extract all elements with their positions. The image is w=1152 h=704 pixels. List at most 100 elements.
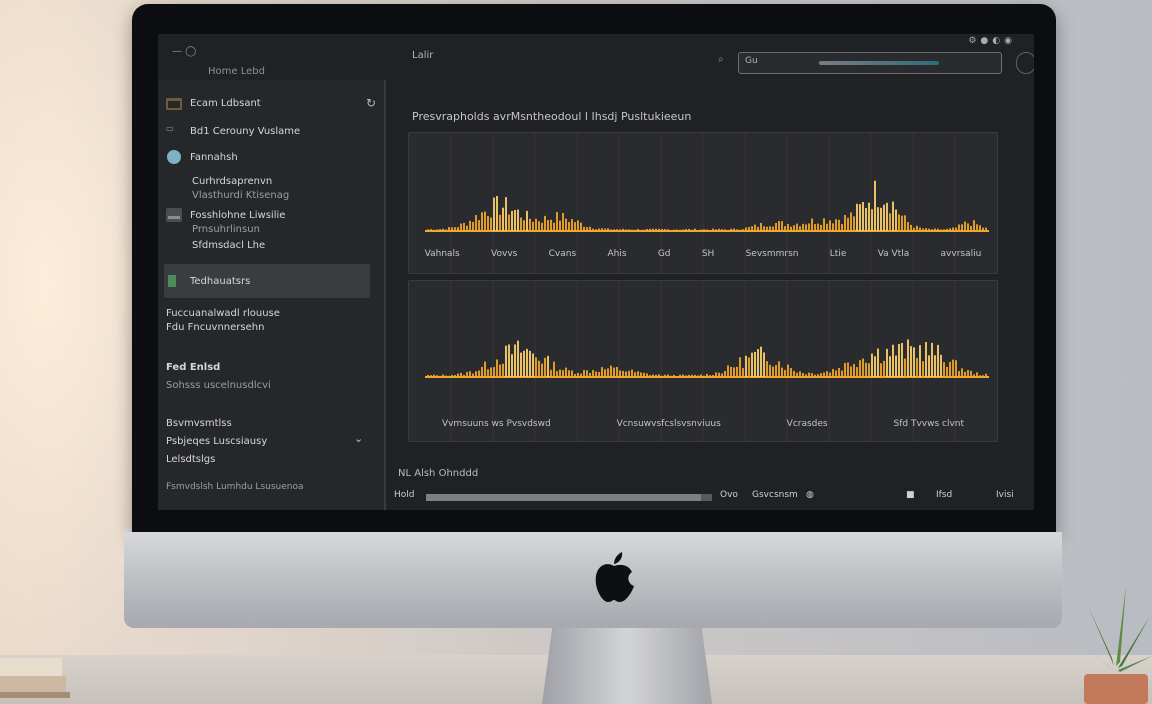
sidebar-item-9[interactable]: Fuccuanalwadl rlouuse	[166, 308, 280, 319]
sidebar-item-6[interactable]: Prnsuhrlinsun	[192, 224, 260, 235]
waveform-bar	[718, 372, 720, 377]
chevron-down-icon[interactable]: ⌄	[354, 432, 363, 445]
waveform-bar	[634, 229, 636, 231]
waveform-bottom	[425, 281, 989, 441]
waveform-bar	[892, 344, 894, 377]
sidebar-item-14[interactable]: Psbjeqes Luscsiausy	[166, 436, 267, 447]
waveform-bar	[598, 228, 600, 231]
round-button[interactable]	[1016, 52, 1034, 74]
waveform-bar	[862, 202, 864, 231]
book-stack	[0, 658, 70, 698]
waveform-bar	[796, 223, 798, 231]
waveform-bar	[556, 371, 558, 377]
waveform-bar	[430, 229, 432, 231]
window-controls[interactable]: — ◯	[172, 46, 196, 57]
waveform-bar	[496, 359, 498, 377]
waveform-bar	[649, 228, 651, 231]
waveform-bar	[787, 364, 789, 377]
sidebar-item-15[interactable]: Lelsdtslgs	[166, 454, 215, 465]
waveform-bar	[823, 218, 825, 231]
waveform-bar	[556, 212, 558, 231]
waveform-bar	[865, 207, 867, 231]
waveform-bar	[589, 226, 591, 231]
drive-icon	[166, 208, 182, 222]
sidebar-item-1[interactable]: ▭ Bd1 Cerouny Vuslame	[166, 124, 300, 138]
waveform-bar	[496, 195, 498, 231]
user-icon[interactable]: ◐	[992, 36, 1004, 46]
ctrl-button[interactable]: Gsvcsnsm	[752, 490, 798, 500]
sidebar: ↻ Ecam Ldbsant ▭ Bd1 Cerouny Vuslame Fann…	[158, 80, 386, 510]
waveform-bar	[688, 374, 690, 377]
record-icon[interactable]: ◍	[806, 490, 814, 500]
waveform-bar	[640, 229, 642, 231]
waveform-bar	[466, 371, 468, 377]
waveform-bar	[856, 367, 858, 377]
waveform-bar	[697, 375, 699, 377]
waveform-bar	[628, 370, 630, 377]
waveform-bar	[700, 374, 702, 377]
sidebar-item-5[interactable]: Fosshlohne Liwsilie	[166, 208, 285, 222]
waveform-bar	[514, 344, 516, 377]
playback-progress[interactable]	[426, 494, 712, 501]
waveform-bar	[634, 372, 636, 377]
waveform-bar	[889, 356, 891, 377]
ctrl-button[interactable]: Ovo	[720, 490, 738, 500]
waveform-bar	[472, 373, 474, 377]
waveform-bar	[694, 374, 696, 377]
waveform-bar	[826, 223, 828, 231]
sidebar-item-10[interactable]: Fdu Fncuvnnersehn	[166, 322, 264, 333]
sidebar-item-3[interactable]: Curhrdsaprenvn	[192, 176, 272, 187]
sidebar-item-2[interactable]: Fannahsh	[166, 150, 238, 164]
waveform-bar	[628, 229, 630, 231]
waveform-bar	[520, 352, 522, 377]
waveform-bar	[604, 369, 606, 377]
waveform-bar	[565, 218, 567, 231]
stop-icon[interactable]: ■	[906, 490, 915, 500]
waveform-bar	[952, 227, 954, 231]
waveform-bar	[772, 226, 774, 231]
waveform-bar	[517, 209, 519, 231]
waveform-bar	[946, 366, 948, 377]
settings-icon[interactable]: ⚙	[968, 36, 980, 46]
sidebar-item-12[interactable]: Sohsss uscelnusdlcvi	[166, 380, 271, 391]
sidebar-item-4[interactable]: Vlasthurdi Ktisenag	[192, 190, 289, 201]
sidebar-footer[interactable]: Fsmvdslsh Lumhdu Lsusuenoa	[166, 482, 304, 492]
waveform-bar	[919, 345, 921, 377]
sidebar-item-13[interactable]: Bsvmvsmtlss	[166, 418, 232, 429]
menu-home[interactable]: Home Lebd	[208, 66, 265, 77]
sidebar-item-8[interactable]: Tedhauatsrs	[166, 274, 250, 288]
refresh-icon[interactable]: ↻	[366, 96, 376, 110]
tick-label: Vcnsuwvsfcslsvsnviuus	[616, 419, 721, 429]
search-icon[interactable]: ⌕	[718, 54, 724, 65]
sidebar-item-label: Bsvmvsmtlss	[166, 418, 232, 429]
waveform-bar	[679, 374, 681, 377]
tick-label: Vovvs	[491, 249, 518, 259]
more-icon[interactable]: ◉	[1004, 36, 1016, 46]
sidebar-item-label: Curhrdsaprenvn	[192, 176, 273, 187]
waveform-bar	[505, 197, 507, 231]
waveform-bar	[799, 371, 801, 377]
sidebar-item-7[interactable]: Sfdmsdacl Lhe	[192, 240, 265, 251]
waveform-bar	[898, 344, 900, 377]
waveform-bar	[931, 229, 933, 231]
waveform-bar	[499, 364, 501, 377]
sidebar-item-0[interactable]: Ecam Ldbsant	[166, 96, 261, 110]
waveform-bar	[523, 350, 525, 377]
waveform-bar	[550, 219, 552, 231]
search-input[interactable]: Gu	[738, 52, 1002, 74]
waveform-bar	[853, 364, 855, 377]
ctrl-button[interactable]: Ifsd	[936, 490, 952, 500]
time-label: NL Alsh Ohnddd	[398, 468, 479, 479]
ctrl-button[interactable]: Ivisi	[996, 490, 1014, 500]
hold-button[interactable]: Hold	[394, 490, 415, 500]
waveform-bar	[850, 212, 852, 231]
waveform-bar	[478, 370, 480, 377]
waveform-bar	[937, 344, 939, 377]
waveform-bar	[844, 214, 846, 231]
waveform-bar	[463, 374, 465, 377]
sidebar-item-label: Fuccuanalwadl rlouuse	[166, 308, 280, 319]
waveform-bar	[898, 214, 900, 231]
waveform-bar	[460, 372, 462, 377]
bell-icon[interactable]: ●	[980, 36, 992, 46]
waveform-bar	[796, 372, 798, 377]
